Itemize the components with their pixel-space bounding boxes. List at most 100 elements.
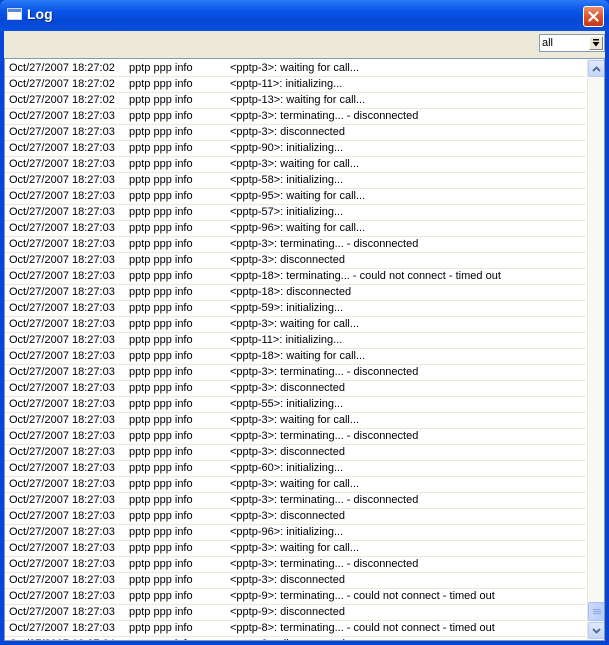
close-icon (588, 11, 599, 22)
log-row[interactable]: Oct/27/2007 18:27:03 pptp ppp info <pptp-3… (5, 509, 586, 525)
log-row[interactable]: Oct/27/2007 18:27:03 pptp ppp info <pptp-3… (5, 381, 586, 397)
log-topic-cell: pptp ppp info (129, 94, 193, 106)
log-message-cell: <pptp-3>: terminating... - disconnected (230, 558, 419, 570)
log-topic-cell: pptp ppp info (129, 398, 193, 410)
log-time-cell: Oct/27/2007 18:27:03 (9, 366, 115, 378)
scroll-thumb[interactable] (588, 602, 604, 621)
log-row[interactable]: Oct/27/2007 18:27:03 pptp ppp info <pptp-6… (5, 461, 586, 477)
log-time-cell: Oct/27/2007 18:27:03 (9, 382, 115, 394)
log-time-cell: Oct/27/2007 18:27:03 (9, 270, 115, 282)
log-row[interactable]: Oct/27/2007 18:27:03 pptp ppp info <pptp-5… (5, 301, 586, 317)
window-title: Log (27, 6, 53, 22)
log-row[interactable]: Oct/27/2007 18:27:03 pptp ppp info <pptp-1… (5, 269, 586, 285)
log-row[interactable]: Oct/27/2007 18:27:03 pptp ppp info <pptp-3… (5, 109, 586, 125)
log-topic-cell: pptp ppp info (129, 254, 193, 266)
log-row[interactable]: Oct/27/2007 18:27:03 pptp ppp info <pptp-3… (5, 317, 586, 333)
log-topic-cell: pptp ppp info (129, 462, 193, 474)
log-time-cell: Oct/27/2007 18:27:02 (9, 78, 115, 90)
log-row[interactable]: Oct/27/2007 18:27:03 pptp ppp info <pptp-3… (5, 573, 586, 589)
log-message-cell: <pptp-3>: disconnected (230, 126, 345, 138)
log-time-cell: Oct/27/2007 18:27:03 (9, 286, 115, 298)
log-message-cell: <pptp-3>: terminating... - disconnected (230, 430, 419, 442)
thumb-grip-line (593, 613, 601, 614)
window-icon (7, 8, 22, 20)
log-row[interactable]: Oct/27/2007 18:27:03 pptp ppp info <pptp-1… (5, 285, 586, 301)
log-message-cell: <pptp-3>: disconnected (230, 254, 345, 266)
chevron-up-icon (592, 65, 601, 72)
log-time-cell: Oct/27/2007 18:27:02 (9, 94, 115, 106)
log-row[interactable]: Oct/27/2007 18:27:03 pptp ppp info <pptp-3… (5, 477, 586, 493)
log-row[interactable]: Oct/27/2007 18:27:02 pptp ppp info <pptp-3… (5, 61, 586, 77)
log-time-cell: Oct/27/2007 18:27:03 (9, 318, 115, 330)
log-row[interactable]: Oct/27/2007 18:27:03 pptp ppp info <pptp-3… (5, 541, 586, 557)
log-row[interactable]: Oct/27/2007 18:27:03 pptp ppp info <pptp-3… (5, 557, 586, 573)
log-topic-cell: pptp ppp info (129, 622, 193, 634)
scroll-up-button[interactable] (588, 60, 604, 77)
close-button[interactable] (583, 6, 604, 27)
log-row[interactable]: Oct/27/2007 18:27:03 pptp ppp info <pptp-3… (5, 493, 586, 509)
log-row[interactable]: Oct/27/2007 18:27:03 pptp ppp info <pptp-1… (5, 333, 586, 349)
log-topic-cell: pptp ppp info (129, 414, 193, 426)
log-message-cell: <pptp-3>: waiting for call... (230, 62, 360, 74)
log-topic-cell: pptp ppp info (129, 590, 193, 602)
log-row[interactable]: Oct/27/2007 18:27:03 pptp ppp info <pptp-3… (5, 157, 586, 173)
log-row[interactable]: Oct/27/2007 18:27:02 pptp ppp info <pptp-1… (5, 77, 586, 93)
log-time-cell: Oct/27/2007 18:27:03 (9, 430, 115, 442)
log-time-cell: Oct/27/2007 18:27:03 (9, 494, 115, 506)
log-row[interactable]: Oct/27/2007 18:27:03 pptp ppp info <pptp-9… (5, 525, 586, 541)
log-row[interactable]: Oct/27/2007 18:27:03 pptp ppp info <pptp-3… (5, 365, 586, 381)
log-topic-cell: pptp ppp info (129, 286, 193, 298)
log-window: Log all Oct/27/2007 18:27:02 pptp ppp inf… (0, 0, 609, 645)
filter-value: all (542, 37, 554, 49)
log-row[interactable]: Oct/27/2007 18:27:03 pptp ppp info <pptp-5… (5, 205, 586, 221)
log-message-cell: <pptp-11>: initializing... (230, 334, 343, 346)
log-time-cell: Oct/27/2007 18:27:03 (9, 190, 115, 202)
log-message-cell: <pptp-58>: initializing... (230, 174, 344, 186)
log-message-cell: <pptp-11>: initializing... (230, 78, 343, 90)
log-row[interactable]: Oct/27/2007 18:27:03 pptp ppp info <pptp-3… (5, 253, 586, 269)
log-row[interactable]: Oct/27/2007 18:27:03 pptp ppp info <pptp-9… (5, 589, 586, 605)
log-row[interactable]: Oct/27/2007 18:27:03 pptp ppp info <pptp-3… (5, 125, 586, 141)
log-message-cell: <pptp-3>: waiting for call... (230, 478, 360, 490)
log-message-cell: <pptp-9>: disconnected (230, 606, 345, 618)
log-row[interactable]: Oct/27/2007 18:27:02 pptp ppp info <pptp-1… (5, 93, 586, 109)
log-topic-cell: pptp ppp info (129, 78, 193, 90)
log-message-cell: <pptp-60>: initializing... (230, 462, 344, 474)
log-row[interactable]: Oct/27/2007 18:27:03 pptp ppp info <pptp-9… (5, 605, 586, 621)
log-row[interactable]: Oct/27/2007 18:27:03 pptp ppp info <pptp-9… (5, 189, 586, 205)
log-row[interactable]: Oct/27/2007 18:27:03 pptp ppp info <pptp-9… (5, 141, 586, 157)
log-list[interactable]: Oct/27/2007 18:27:02 pptp ppp info <pptp-3… (4, 58, 605, 641)
log-row[interactable]: Oct/27/2007 18:27:03 pptp ppp info <pptp-3… (5, 445, 586, 461)
log-row[interactable]: Oct/27/2007 18:27:03 pptp ppp info <pptp-3… (5, 429, 586, 445)
dropdown-arrow-icon (592, 38, 600, 46)
log-row[interactable]: Oct/27/2007 18:27:03 pptp ppp info <pptp-3… (5, 413, 586, 429)
log-row[interactable]: Oct/27/2007 18:27:03 pptp ppp info <pptp-5… (5, 173, 586, 189)
vertical-scrollbar[interactable] (587, 59, 604, 640)
log-message-cell: <pptp-3>: waiting for call... (230, 318, 360, 330)
log-message-cell: <pptp-95>: waiting for call... (230, 190, 366, 202)
scroll-down-button[interactable] (588, 622, 604, 639)
log-message-cell: <pptp-3>: terminating... - disconnected (230, 238, 419, 250)
log-time-cell: Oct/27/2007 18:27:03 (9, 606, 115, 618)
filter-select[interactable]: all (539, 34, 605, 52)
log-message-cell: <pptp-3>: terminating... - disconnected (230, 366, 419, 378)
log-topic-cell: pptp ppp info (129, 478, 193, 490)
log-time-cell: Oct/27/2007 18:27:03 (9, 142, 115, 154)
log-time-cell: Oct/27/2007 18:27:03 (9, 302, 115, 314)
thumb-grip-line (593, 609, 601, 610)
log-row[interactable]: Oct/27/2007 18:27:03 pptp ppp info <pptp-9… (5, 221, 586, 237)
log-row[interactable]: Oct/27/2007 18:27:03 pptp ppp info <pptp-8… (5, 621, 586, 637)
log-row[interactable]: Oct/27/2007 18:27:04 pptp ppp info <pptp-8… (5, 637, 586, 640)
window-client-area: all Oct/27/2007 18:27:02 pptp ppp info <pp… (4, 31, 605, 641)
log-row[interactable]: Oct/27/2007 18:27:03 pptp ppp info <pptp-3… (5, 237, 586, 253)
title-bar[interactable]: Log (0, 0, 609, 31)
log-time-cell: Oct/27/2007 18:27:03 (9, 158, 115, 170)
log-row[interactable]: Oct/27/2007 18:27:03 pptp ppp info <pptp-5… (5, 397, 586, 413)
log-topic-cell: pptp ppp info (129, 126, 193, 138)
log-time-cell: Oct/27/2007 18:27:03 (9, 478, 115, 490)
log-time-cell: Oct/27/2007 18:27:03 (9, 590, 115, 602)
log-message-cell: <pptp-18>: waiting for call... (230, 350, 366, 362)
log-row[interactable]: Oct/27/2007 18:27:03 pptp ppp info <pptp-1… (5, 349, 586, 365)
filter-dropdown-button[interactable] (589, 36, 603, 50)
log-topic-cell: pptp ppp info (129, 382, 193, 394)
